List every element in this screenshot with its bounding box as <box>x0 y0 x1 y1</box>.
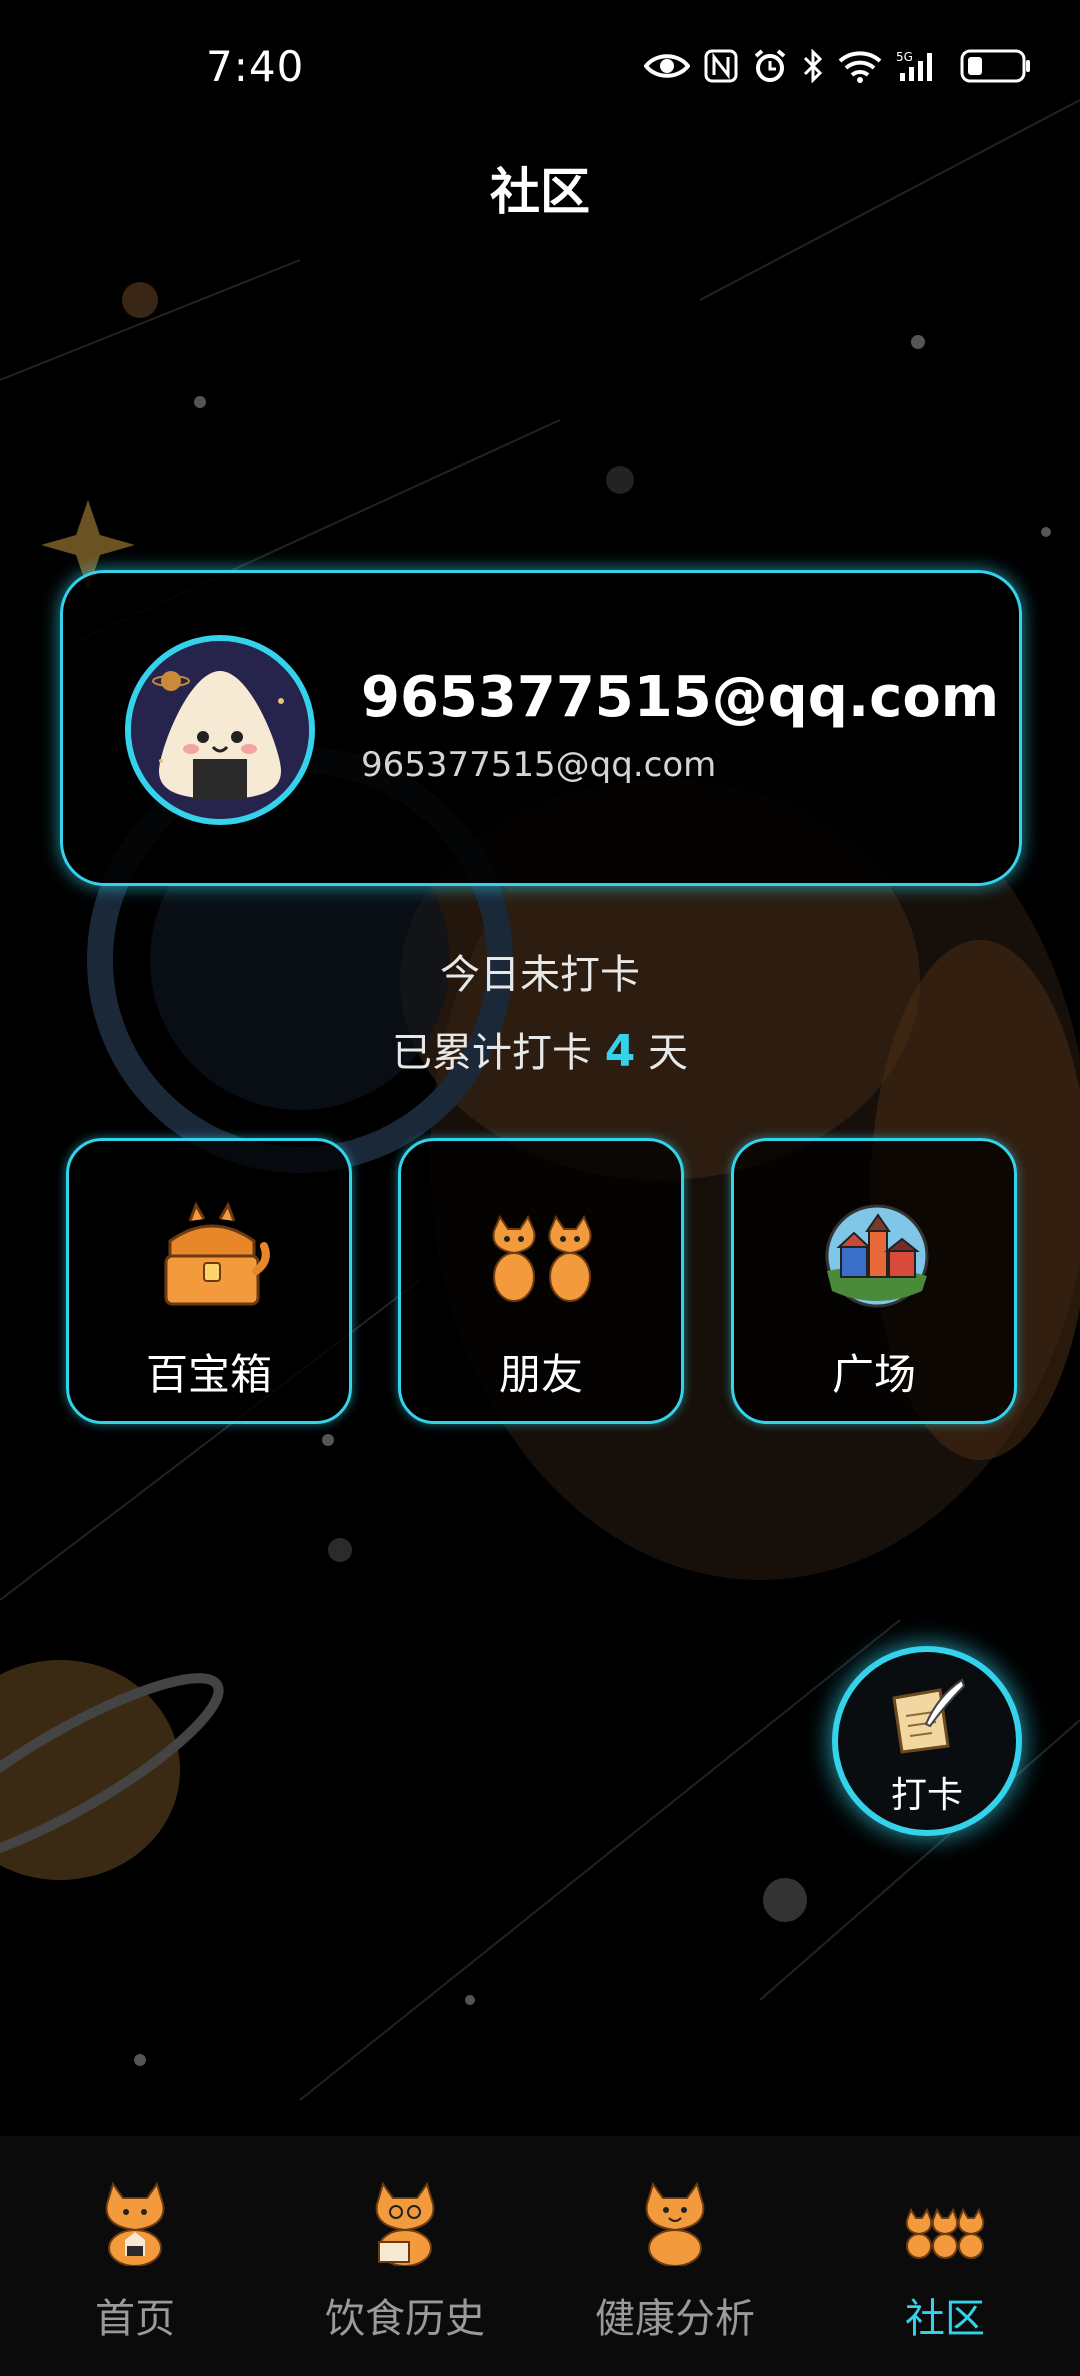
nav-label: 社区 <box>905 2296 985 2342</box>
friends-tile[interactable]: 朋友 <box>398 1138 684 1424</box>
nav-item-diet-history[interactable]: 饮食历史 <box>270 2136 540 2376</box>
cat-history-icon <box>365 2176 445 2267</box>
today-checkin-status: 今日未打卡 <box>440 952 640 998</box>
cat-home-icon <box>95 2176 175 2267</box>
wifi-icon <box>838 49 882 87</box>
page-title: 社区 <box>490 163 590 221</box>
status-bar: 7:40 5G <box>0 0 1080 140</box>
nav-label: 首页 <box>95 2296 175 2342</box>
total-checkin-prefix: 已累计打卡 <box>391 1030 592 1076</box>
eye-icon <box>643 51 691 85</box>
checkin-button-label: 打卡 <box>890 1775 963 1816</box>
alarm-icon <box>752 48 788 88</box>
signal-5g-icon: 5G <box>896 49 946 87</box>
bottom-navigation: 首页 饮食历史 健康分析 社区 <box>0 2136 1080 2376</box>
nav-item-health-analysis[interactable]: 健康分析 <box>540 2136 810 2376</box>
bluetooth-icon <box>802 48 824 87</box>
status-icons: 5G <box>643 48 1032 88</box>
nav-label: 健康分析 <box>595 2296 755 2342</box>
profile-card[interactable]: 965377515@qq.com 965377515@qq.com <box>60 570 1022 886</box>
treasure-chest-icon <box>152 1201 272 1311</box>
nav-item-community[interactable]: 社区 <box>810 2136 1080 2376</box>
cat-analysis-icon <box>635 2176 715 2267</box>
rice-ball-avatar-icon[interactable] <box>125 635 315 825</box>
tile-label: 广场 <box>831 1350 916 1399</box>
profile-email: 965377515@qq.com <box>361 745 717 785</box>
total-checkin-suffix: 天 <box>648 1030 689 1076</box>
treasure-box-tile[interactable]: 百宝箱 <box>66 1138 352 1424</box>
nav-item-home[interactable]: 首页 <box>0 2136 270 2376</box>
total-checkin-days: 已累计打卡 4 天 <box>0 1020 1080 1078</box>
battery-icon <box>960 48 1032 88</box>
tile-label: 百宝箱 <box>145 1350 272 1399</box>
nfc-icon <box>704 49 738 87</box>
profile-name: 965377515@qq.com <box>361 665 1000 730</box>
quill-paper-icon <box>888 1676 968 1756</box>
cat-friends-icon <box>484 1201 604 1311</box>
tile-label: 朋友 <box>498 1350 583 1399</box>
town-square-icon <box>817 1201 937 1311</box>
square-tile[interactable]: 广场 <box>731 1138 1017 1424</box>
nav-label: 饮食历史 <box>325 2296 485 2342</box>
status-time: 7:40 <box>206 42 305 91</box>
cat-community-icon <box>905 2176 985 2266</box>
total-checkin-count: 4 <box>604 1026 636 1077</box>
svg-text:5G: 5G <box>896 50 913 64</box>
checkin-button[interactable]: 打卡 <box>832 1646 1022 1836</box>
